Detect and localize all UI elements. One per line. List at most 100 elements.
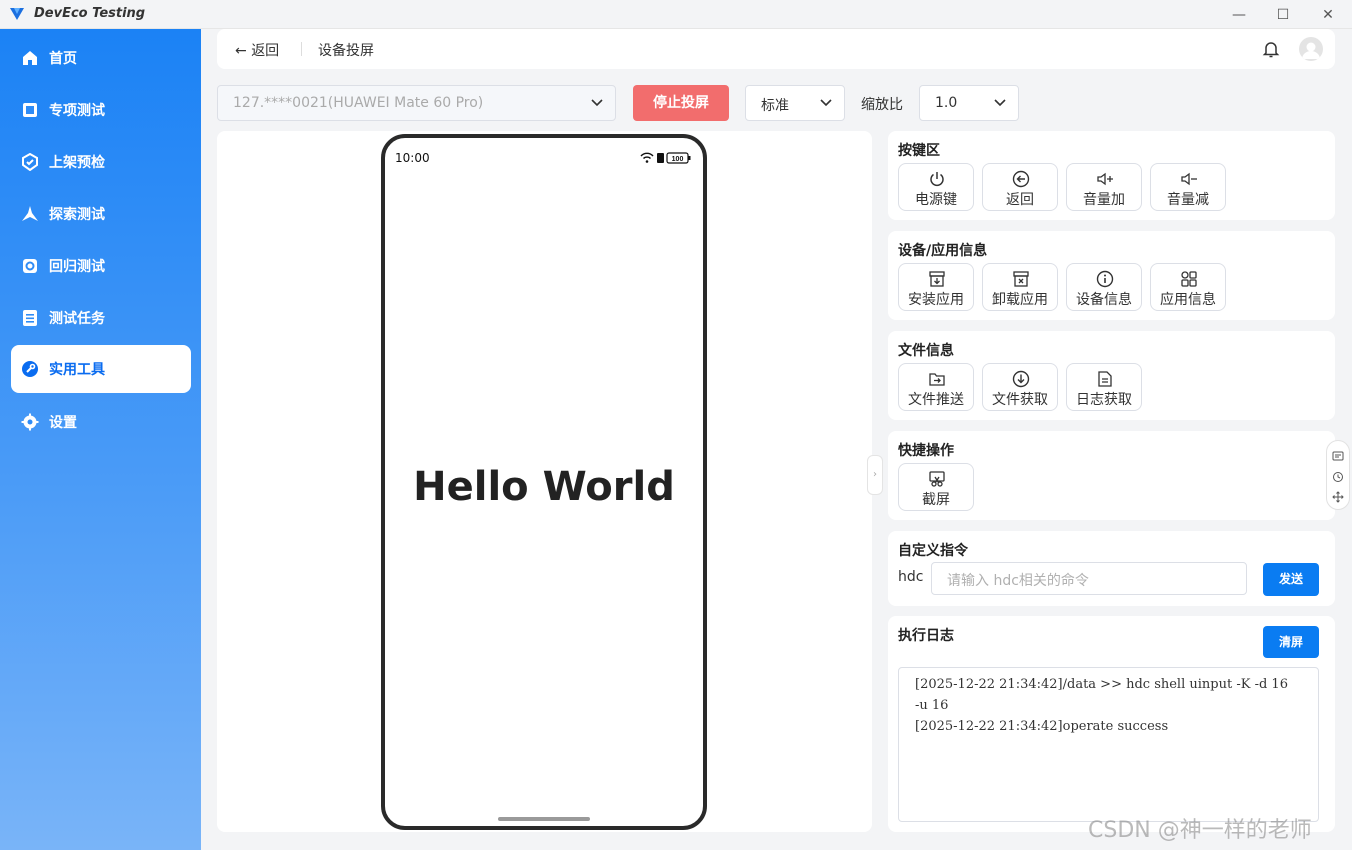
sidebar-item-special-test[interactable]: 专项测试: [11, 86, 191, 134]
chevron-right-icon: ›: [873, 469, 877, 480]
history-icon[interactable]: [1332, 471, 1344, 483]
shield-check-icon: [22, 153, 38, 171]
volume-down-icon: [1181, 172, 1197, 186]
tool-label: 应用信息: [1160, 292, 1216, 308]
hdc-prefix: hdc: [898, 569, 924, 585]
file-info-card: 文件信息 文件推送 文件获取 日志获取: [888, 331, 1335, 420]
keys-card: 按键区 电源键 返回 音量加 音量减: [888, 131, 1335, 220]
sidebar-item-label: 设置: [49, 415, 77, 431]
tool-label: 电源键: [915, 192, 957, 208]
uninstall-app-button[interactable]: 卸载应用: [982, 263, 1058, 311]
chevron-down-icon: [994, 99, 1006, 107]
hdc-command-input[interactable]: 请输入 hdc相关的命令: [931, 562, 1247, 595]
zoom-select[interactable]: 1.0: [919, 85, 1019, 121]
power-icon: [930, 172, 944, 187]
volume-down-button[interactable]: 音量减: [1150, 163, 1226, 211]
sidebar-item-tools[interactable]: 实用工具: [11, 345, 191, 393]
floating-toolbar: [1326, 440, 1350, 510]
phone-status-icons: 100: [640, 152, 691, 164]
phone-home-bar: [498, 817, 590, 821]
gear-icon: [21, 413, 39, 431]
custom-command-card: 自定义指令 hdc 请输入 hdc相关的命令 发送: [888, 531, 1335, 606]
sidebar-item-label: 上架预检: [49, 155, 105, 171]
shortcuts-card: 快捷操作 截屏: [888, 431, 1335, 520]
bell-icon[interactable]: [1261, 39, 1281, 59]
volume-up-button[interactable]: 音量加: [1066, 163, 1142, 211]
custom-command-title: 自定义指令: [898, 543, 968, 559]
avatar[interactable]: [1299, 37, 1323, 61]
sidebar: 首页 专项测试 上架预检 探索测试 回归测试 测试任务 实用工具 设置: [0, 29, 201, 850]
device-info-card: 设备/应用信息 安装应用 卸载应用 设备信息 应用信息: [888, 231, 1335, 320]
sidebar-item-regression[interactable]: 回归测试: [11, 242, 191, 290]
collapse-handle[interactable]: ›: [867, 455, 883, 495]
uninstall-icon: [1013, 271, 1029, 287]
device-info-button[interactable]: 设备信息: [1066, 263, 1142, 311]
maximize-icon[interactable]: ☐: [1268, 4, 1298, 26]
sidebar-item-label: 实用工具: [49, 362, 105, 378]
screenshot-button[interactable]: 截屏: [898, 463, 974, 511]
file-push-icon: [929, 373, 945, 386]
send-button[interactable]: 发送: [1263, 563, 1319, 596]
app-title: DevEco Testing: [34, 6, 146, 21]
back-circle-icon: [1012, 170, 1030, 188]
app-info-button[interactable]: 应用信息: [1150, 263, 1226, 311]
log-pull-button[interactable]: 日志获取: [1066, 363, 1142, 411]
stop-cast-button[interactable]: 停止投屏: [633, 85, 729, 121]
sidebar-item-label: 专项测试: [49, 103, 105, 119]
sidebar-item-label: 首页: [49, 51, 77, 67]
minimize-icon[interactable]: —: [1224, 4, 1254, 26]
back-key-button[interactable]: 返回: [982, 163, 1058, 211]
device-select[interactable]: 127.****0021(HUAWEI Mate 60 Pro): [217, 85, 616, 121]
exec-log-card: 执行日志 清屏 [2025-12-22 21:34:42]/data >> hd…: [888, 616, 1335, 832]
info-icon: [1096, 270, 1114, 288]
sidebar-item-tasks[interactable]: 测试任务: [11, 294, 191, 342]
square-icon: [23, 103, 37, 117]
zoom-value: 1.0: [935, 95, 958, 111]
screen-panel: 10:00 100 Hello World: [217, 131, 872, 832]
sidebar-item-settings[interactable]: 设置: [11, 398, 191, 446]
battery-level: 100: [672, 156, 684, 163]
phone-screen[interactable]: 10:00 100 Hello World: [381, 134, 707, 830]
device-info-title: 设备/应用信息: [898, 243, 988, 259]
back-button[interactable]: ← 返回: [235, 40, 279, 60]
tool-label: 音量加: [1083, 192, 1125, 208]
file-push-button[interactable]: 文件推送: [898, 363, 974, 411]
arrow-left-icon: ←: [235, 43, 247, 59]
clear-log-button[interactable]: 清屏: [1263, 626, 1319, 658]
sidebar-item-home[interactable]: 首页: [11, 34, 191, 82]
page-header: ← 返回 设备投屏: [217, 29, 1335, 69]
zoom-label: 缩放比: [861, 97, 903, 113]
install-icon: [929, 271, 945, 287]
list-icon: [23, 310, 37, 326]
install-app-button[interactable]: 安装应用: [898, 263, 974, 311]
tool-label: 截屏: [922, 492, 950, 508]
sidebar-item-precheck[interactable]: 上架预检: [11, 138, 191, 186]
log-line: [2025-12-22 21:34:42]operate success: [915, 719, 1169, 734]
move-icon[interactable]: [1332, 491, 1344, 503]
tool-label: 文件获取: [992, 392, 1048, 408]
home-icon: [23, 51, 37, 65]
close-icon[interactable]: ✕: [1313, 4, 1343, 26]
hdc-input-placeholder: 请输入 hdc相关的命令: [947, 573, 1089, 589]
feedback-icon[interactable]: [1332, 451, 1344, 463]
volume-up-icon: [1097, 172, 1113, 186]
sidebar-item-label: 测试任务: [49, 311, 105, 327]
divider: [301, 42, 302, 56]
page-title: 设备投屏: [318, 43, 374, 59]
sidebar-item-explore[interactable]: 探索测试: [11, 190, 191, 238]
watermark: CSDN @神一样的老师: [1088, 818, 1312, 843]
power-key-button[interactable]: 电源键: [898, 163, 974, 211]
file-pull-button[interactable]: 文件获取: [982, 363, 1058, 411]
phone-status-time: 10:00: [395, 151, 430, 165]
apps-grid-icon: [1181, 271, 1197, 287]
tool-label: 日志获取: [1076, 392, 1132, 408]
phone-hello-text: Hello World: [413, 464, 675, 510]
quality-select[interactable]: 标准: [745, 85, 845, 121]
device-value: 127.****0021(HUAWEI Mate 60 Pro): [233, 95, 484, 111]
exec-log-output[interactable]: [2025-12-22 21:34:42]/data >> hdc shell …: [898, 667, 1319, 822]
log-line: -u 16: [915, 698, 949, 713]
download-icon: [1012, 370, 1030, 388]
file-info-title: 文件信息: [898, 343, 954, 359]
chevron-down-icon: [591, 99, 603, 107]
tool-label: 音量减: [1167, 192, 1209, 208]
